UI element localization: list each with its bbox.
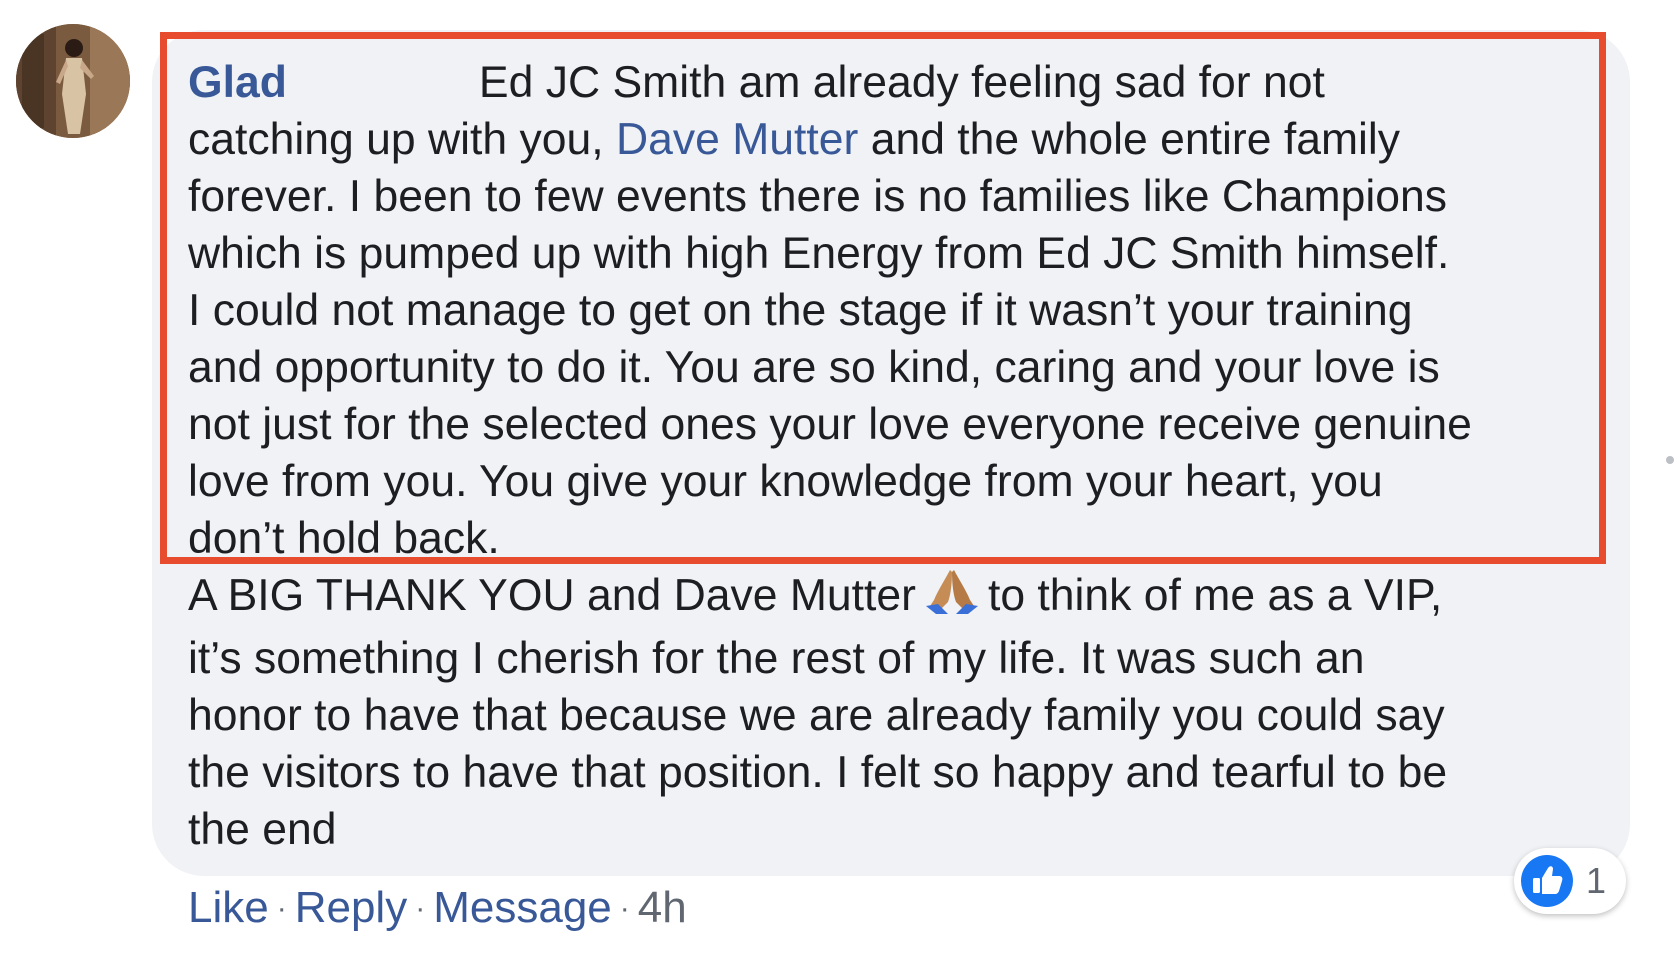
comment-body: Glad Ed JC Smith am already feeling sad f…: [188, 54, 1620, 858]
reaction-count: 1: [1586, 860, 1607, 901]
separator: ·: [619, 892, 630, 925]
separator: ·: [415, 892, 426, 925]
scroll-indicator: [1666, 456, 1674, 464]
comment-actions: Like · Reply · Message · 4h: [188, 880, 687, 937]
separator: ·: [276, 892, 287, 925]
folded-hands-icon: [924, 568, 980, 630]
thumbs-up-icon: [1520, 854, 1574, 908]
mention-link[interactable]: Dave Mutter: [616, 115, 858, 164]
comment-author[interactable]: Glad: [188, 58, 287, 107]
comment-text-part2: and the whole entire family forever. I b…: [188, 115, 1472, 620]
reply-link[interactable]: Reply: [295, 883, 408, 932]
avatar[interactable]: [16, 24, 130, 138]
message-link[interactable]: Message: [433, 883, 612, 932]
timestamp[interactable]: 4h: [638, 883, 687, 932]
reaction-summary[interactable]: 1: [1514, 848, 1626, 914]
like-link[interactable]: Like: [188, 883, 269, 932]
